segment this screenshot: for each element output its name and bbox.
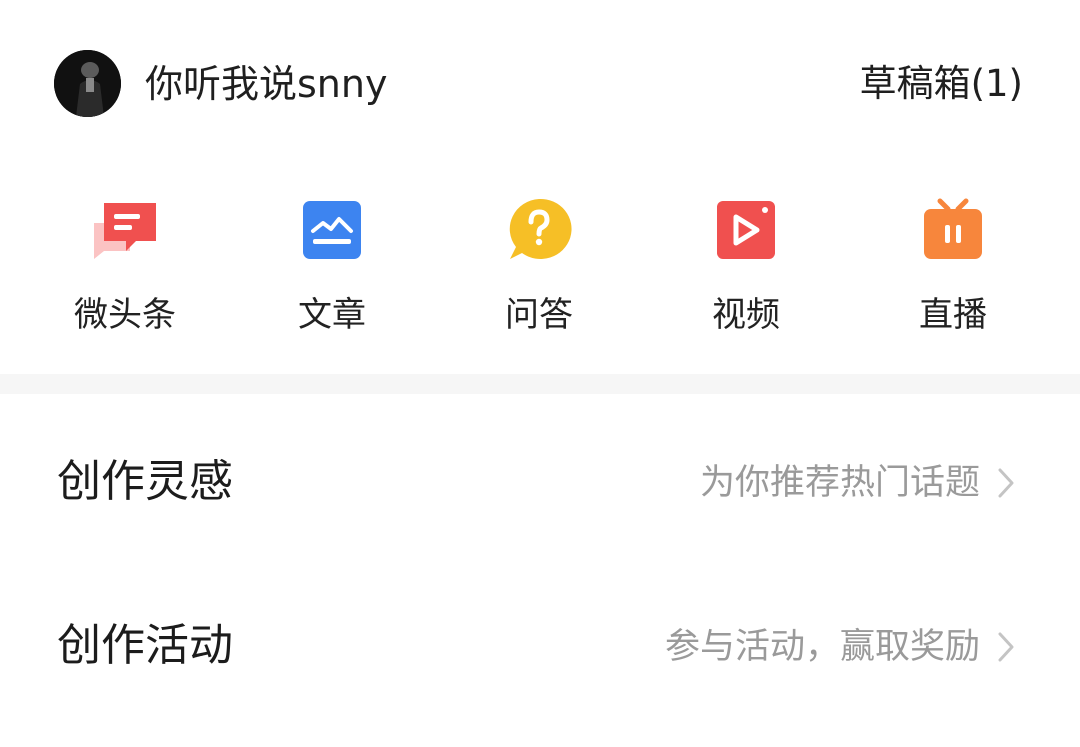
drafts-button[interactable]: 草稿箱(1) [860,62,1023,106]
microheadline-chat-icon [94,203,156,259]
creator-header: 你听我说snny 草稿箱(1) [0,0,1080,170]
video-play-icon [717,201,775,259]
shortcut-label: 微头条 [74,295,176,335]
question-bubble-icon [509,198,572,259]
shortcut-video[interactable]: 视频 [671,190,821,350]
row-title: 创作活动 [57,620,233,671]
create-shortcuts: 微头条 文章 问答 视频 直播 [0,190,1080,350]
row-creative-inspiration[interactable]: 创作灵感 为你推荐热门话题 [0,420,1080,540]
chevron-right-icon [998,632,1014,662]
row-subtitle: 参与活动，赢取奖励 [664,627,980,667]
shortcut-label: 问答 [505,295,573,335]
live-tv-icon [924,198,982,259]
row-subtitle: 为你推荐热门话题 [699,463,980,503]
row-creative-activities[interactable]: 创作活动 参与活动，赢取奖励 [0,584,1080,704]
username[interactable]: 你听我说snny [145,62,387,106]
section-divider [0,374,1080,394]
shortcut-label: 直播 [919,295,987,335]
avatar[interactable] [54,50,121,117]
shortcut-microheadline[interactable]: 微头条 [50,190,200,350]
shortcut-label: 视频 [712,295,780,335]
shortcut-qa[interactable]: 问答 [464,190,614,350]
chevron-right-icon [998,468,1014,498]
shortcut-label: 文章 [298,295,366,335]
shortcut-live[interactable]: 直播 [878,190,1028,350]
row-title: 创作灵感 [57,456,233,507]
shortcut-article[interactable]: 文章 [257,190,407,350]
article-chart-icon [303,201,361,259]
